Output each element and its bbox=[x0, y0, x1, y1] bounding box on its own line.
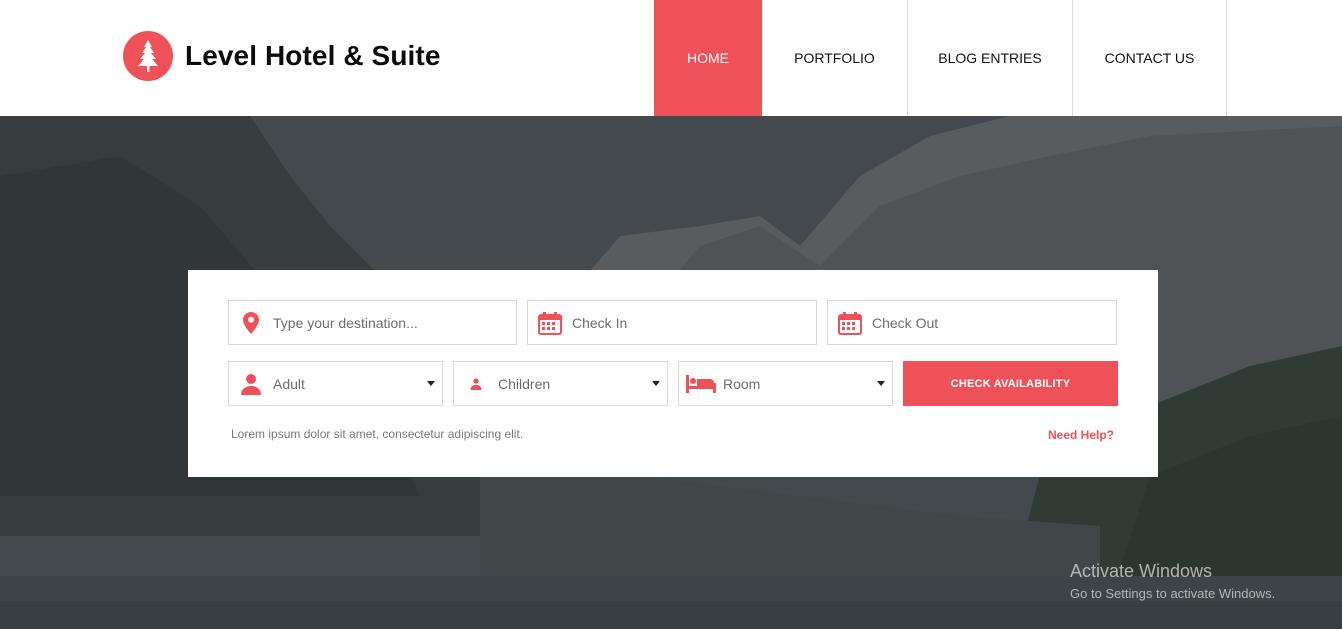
brand-title: Level Hotel & Suite bbox=[185, 40, 441, 71]
adult-label: Adult bbox=[273, 375, 305, 392]
activate-windows-watermark: Activate Windows Go to Settings to activ… bbox=[1070, 561, 1275, 601]
room-label: Room bbox=[723, 375, 761, 392]
chevron-down-icon bbox=[877, 381, 885, 386]
main-nav: HOME PORTFOLIO BLOG ENTRIES CONTACT US bbox=[654, 0, 1227, 116]
watermark-title: Activate Windows bbox=[1070, 561, 1213, 581]
check-out-placeholder: Check Out bbox=[872, 314, 939, 331]
calendar-icon bbox=[528, 301, 572, 344]
destination-field[interactable]: Type your destination... bbox=[228, 300, 517, 345]
booking-note: Lorem ipsum dolor sit amet, consectetur … bbox=[231, 427, 524, 441]
nav-blog-entries[interactable]: BLOG ENTRIES bbox=[908, 0, 1073, 116]
brand[interactable]: Level Hotel & Suite bbox=[123, 31, 441, 81]
room-select[interactable]: Room bbox=[678, 361, 893, 406]
watermark-subtitle: Go to Settings to activate Windows. bbox=[1070, 586, 1276, 601]
calendar-icon bbox=[828, 301, 872, 344]
bed-icon bbox=[679, 362, 723, 405]
check-out-field[interactable]: Check Out bbox=[827, 300, 1117, 345]
map-pin-icon bbox=[229, 301, 273, 344]
children-label: Children bbox=[498, 375, 551, 392]
check-availability-button[interactable]: CHECK AVAILABILITY bbox=[903, 361, 1118, 406]
chevron-down-icon bbox=[427, 381, 435, 386]
nav-home[interactable]: HOME bbox=[654, 0, 762, 116]
nav-contact-us[interactable]: CONTACT US bbox=[1073, 0, 1227, 116]
tree-icon bbox=[123, 31, 173, 81]
children-select[interactable]: Children bbox=[453, 361, 668, 406]
destination-placeholder: Type your destination... bbox=[273, 314, 418, 331]
site-header: Level Hotel & Suite HOME PORTFOLIO BLOG … bbox=[0, 0, 1342, 116]
chevron-down-icon bbox=[652, 381, 660, 386]
nav-portfolio[interactable]: PORTFOLIO bbox=[762, 0, 908, 116]
check-in-field[interactable]: Check In bbox=[527, 300, 817, 345]
user-icon bbox=[229, 362, 273, 405]
booking-form: Type your destination... Check In Check … bbox=[188, 270, 1158, 477]
child-icon bbox=[454, 362, 498, 405]
need-help-link[interactable]: Need Help? bbox=[1048, 428, 1114, 442]
adult-select[interactable]: Adult bbox=[228, 361, 443, 406]
check-in-placeholder: Check In bbox=[572, 314, 628, 331]
